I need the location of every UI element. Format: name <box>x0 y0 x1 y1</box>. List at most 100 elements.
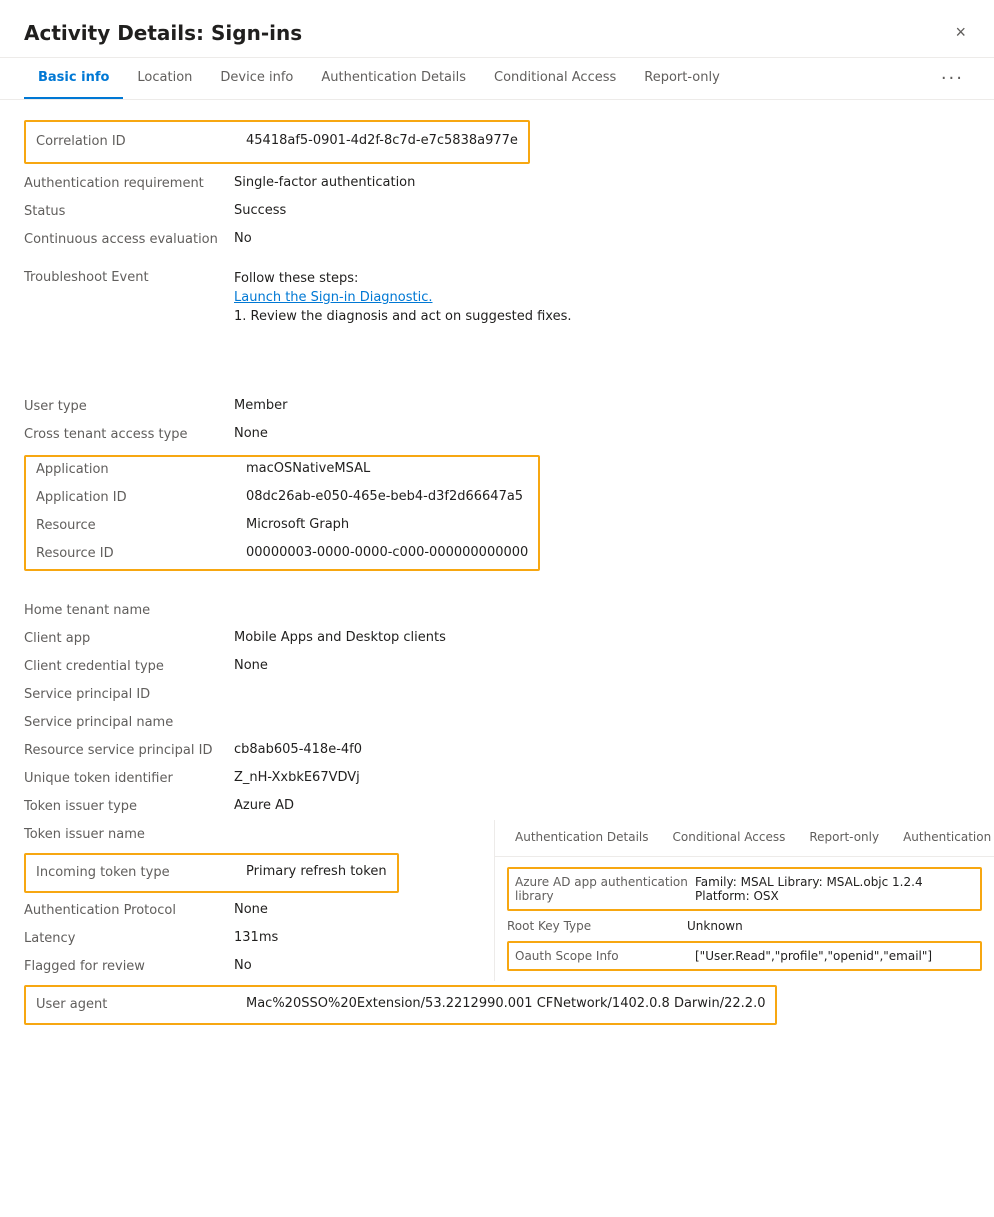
correlation-id-label: Correlation ID <box>36 133 246 149</box>
client-cred-row: Client credential type None <box>24 653 970 681</box>
user-agent-value: Mac%20SSO%20Extension/53.2212990.001 CFN… <box>246 996 765 1011</box>
tab-location[interactable]: Location <box>123 58 206 99</box>
tab-auth-details[interactable]: Authentication Details <box>307 58 480 99</box>
client-cred-label: Client credential type <box>24 658 234 674</box>
right-tab-bar: Authentication Details Conditional Acces… <box>495 820 994 857</box>
right-label-2: Oauth Scope Info <box>515 949 695 963</box>
incoming-token-label: Incoming token type <box>36 864 246 880</box>
user-type-label: User type <box>24 398 234 414</box>
troubleshoot-item: 1. Review the diagnosis and act on sugge… <box>234 309 970 324</box>
right-row-0-highlight: Azure AD app authentication library Fami… <box>507 867 982 911</box>
cae-row: Continuous access evaluation No <box>24 226 970 254</box>
token-issuer-type-label: Token issuer type <box>24 798 234 814</box>
unique-token-row: Unique token identifier Z_nH-XxbkE67VDVj <box>24 765 970 793</box>
right-tab-auth-events[interactable]: Authentication Events <box>891 820 994 856</box>
resource-label: Resource <box>36 517 246 533</box>
resource-row: Resource Microsoft Graph <box>26 513 538 541</box>
tab-conditional-access[interactable]: Conditional Access <box>480 58 630 99</box>
token-issuer-type-value: Azure AD <box>234 798 970 813</box>
auth-req-value: Single-factor authentication <box>234 175 970 190</box>
right-value-2: ["User.Read","profile","openid","email"] <box>695 949 974 963</box>
incoming-token-value: Primary refresh token <box>246 864 387 879</box>
app-id-row: Application ID 08dc26ab-e050-465e-beb4-d… <box>26 485 538 513</box>
cross-tenant-label: Cross tenant access type <box>24 426 234 442</box>
resource-sp-id-row: Resource service principal ID cb8ab605-4… <box>24 737 970 765</box>
right-row-1: Root Key Type Unknown <box>507 915 982 937</box>
status-row: Status Success <box>24 198 970 226</box>
status-value: Success <box>234 203 970 218</box>
resource-sp-id-label: Resource service principal ID <box>24 742 234 758</box>
resource-id-row: Resource ID 00000003-0000-0000-c000-0000… <box>26 541 538 569</box>
correlation-id-highlight: Correlation ID 45418af5-0901-4d2f-8c7d-e… <box>24 120 530 164</box>
user-agent-box: User agent Mac%20SSO%20Extension/53.2212… <box>24 985 777 1025</box>
right-panel-content: Azure AD app authentication library Fami… <box>495 857 994 981</box>
cae-label: Continuous access evaluation <box>24 231 234 247</box>
right-panel: Authentication Details Conditional Acces… <box>494 820 994 981</box>
troubleshoot-row: Troubleshoot Event Follow these steps: L… <box>24 264 970 333</box>
troubleshoot-content: Follow these steps: Launch the Sign-in D… <box>234 271 970 328</box>
client-cred-value: None <box>234 658 970 673</box>
cae-value: No <box>234 231 970 246</box>
app-id-value: 08dc26ab-e050-465e-beb4-d3f2d66647a5 <box>246 489 528 504</box>
user-type-value: Member <box>234 398 970 413</box>
status-label: Status <box>24 203 234 219</box>
service-principal-name-row: Service principal name <box>24 709 970 737</box>
application-label: Application <box>36 461 246 477</box>
resource-id-label: Resource ID <box>36 545 246 561</box>
troubleshoot-steps: Follow these steps: <box>234 271 970 286</box>
right-value-0: Family: MSAL Library: MSAL.objc 1.2.4 Pl… <box>695 875 974 903</box>
service-principal-id-row: Service principal ID <box>24 681 970 709</box>
correlation-id-row: Correlation ID 45418af5-0901-4d2f-8c7d-e… <box>36 128 518 156</box>
app-id-label: Application ID <box>36 489 246 505</box>
right-tab-conditional-access[interactable]: Conditional Access <box>661 820 798 856</box>
cross-tenant-row: Cross tenant access type None <box>24 421 970 449</box>
service-principal-id-label: Service principal ID <box>24 686 234 702</box>
application-value: macOSNativeMSAL <box>246 461 528 476</box>
client-app-label: Client app <box>24 630 234 646</box>
flagged-label: Flagged for review <box>24 958 234 974</box>
cross-tenant-value: None <box>234 426 970 441</box>
activity-details-panel: Activity Details: Sign-ins × Basic info … <box>0 0 994 1217</box>
application-highlight-block: Application macOSNativeMSAL Application … <box>24 455 540 571</box>
service-principal-name-label: Service principal name <box>24 714 234 730</box>
tab-report-only[interactable]: Report-only <box>630 58 734 99</box>
right-row-2-highlight: Oauth Scope Info ["User.Read","profile",… <box>507 941 982 971</box>
resource-value: Microsoft Graph <box>246 517 528 532</box>
incoming-token-box: Incoming token type Primary refresh toke… <box>24 853 399 893</box>
tab-basic-info[interactable]: Basic info <box>24 58 123 99</box>
unique-token-value: Z_nH-XxbkE67VDVj <box>234 770 970 785</box>
right-label-1: Root Key Type <box>507 919 687 933</box>
panel-title: Activity Details: Sign-ins <box>24 21 302 45</box>
right-tab-report-only[interactable]: Report-only <box>797 820 891 856</box>
token-issuer-name-label: Token issuer name <box>24 826 234 842</box>
home-tenant-row: Home tenant name <box>24 597 970 625</box>
token-issuer-type-row: Token issuer type Azure AD <box>24 793 970 821</box>
client-app-row: Client app Mobile Apps and Desktop clien… <box>24 625 970 653</box>
tab-device-info[interactable]: Device info <box>206 58 307 99</box>
home-tenant-label: Home tenant name <box>24 602 234 618</box>
right-tab-auth-details[interactable]: Authentication Details <box>503 820 661 856</box>
right-value-1: Unknown <box>687 919 982 933</box>
auth-req-label: Authentication requirement <box>24 175 234 191</box>
user-agent-row: User agent Mac%20SSO%20Extension/53.2212… <box>36 991 765 1019</box>
panel-header: Activity Details: Sign-ins × <box>0 0 994 58</box>
close-button[interactable]: × <box>951 18 970 47</box>
incoming-token-row: Incoming token type Primary refresh toke… <box>36 859 387 887</box>
correlation-id-value: 45418af5-0901-4d2f-8c7d-e7c5838a977e <box>246 133 518 148</box>
auth-protocol-label: Authentication Protocol <box>24 902 234 918</box>
right-row-0: Azure AD app authentication library Fami… <box>515 871 974 907</box>
tab-bar: Basic info Location Device info Authenti… <box>0 58 994 100</box>
unique-token-label: Unique token identifier <box>24 770 234 786</box>
resource-id-value: 00000003-0000-0000-c000-000000000000 <box>246 545 528 560</box>
user-type-row: User type Member <box>24 393 970 421</box>
client-app-value: Mobile Apps and Desktop clients <box>234 630 970 645</box>
auth-req-row: Authentication requirement Single-factor… <box>24 170 970 198</box>
right-label-0: Azure AD app authentication library <box>515 875 695 903</box>
right-row-2: Oauth Scope Info ["User.Read","profile",… <box>515 945 974 967</box>
application-row: Application macOSNativeMSAL <box>26 457 538 485</box>
troubleshoot-link[interactable]: Launch the Sign-in Diagnostic. <box>234 290 970 305</box>
user-agent-label: User agent <box>36 996 246 1012</box>
troubleshoot-label: Troubleshoot Event <box>24 269 234 285</box>
tabs-more-button[interactable]: ··· <box>935 60 970 97</box>
latency-label: Latency <box>24 930 234 946</box>
